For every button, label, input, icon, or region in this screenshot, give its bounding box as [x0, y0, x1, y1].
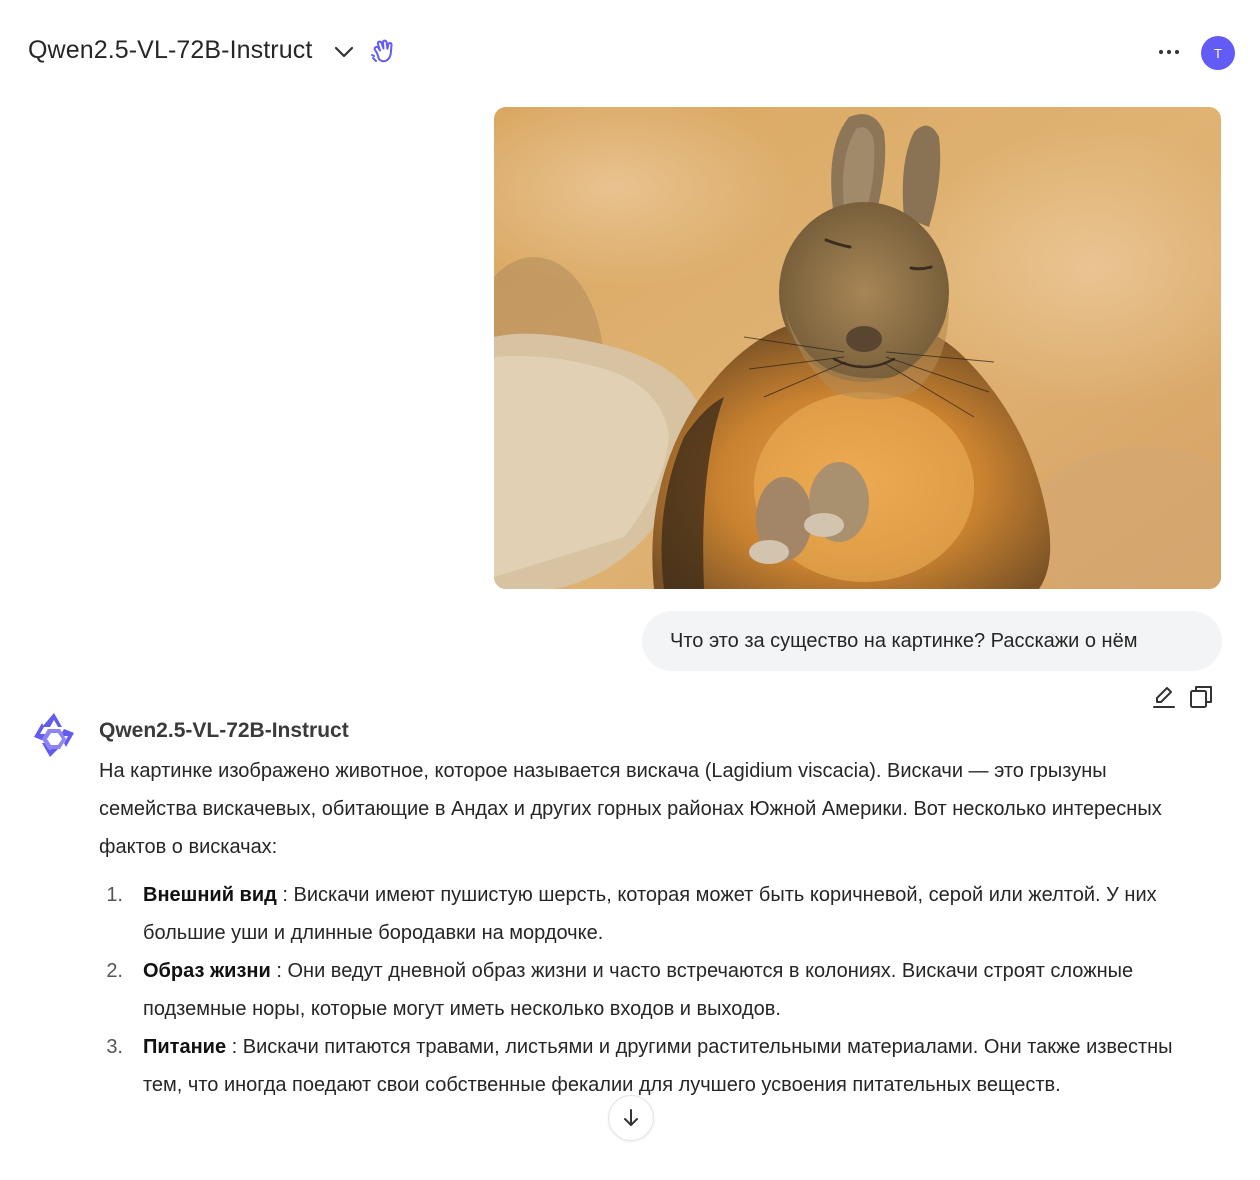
- user-message-bubble: Что это за существо на картинке? Расскаж…: [642, 611, 1222, 671]
- list-item: 1. Внешний вид : Вискачи имеют пушистую …: [99, 876, 1214, 952]
- fact-title: Образ жизни: [143, 960, 271, 982]
- model-selector-label[interactable]: Qwen2.5-VL-72B-Instruct: [28, 36, 312, 65]
- chat-header: Qwen2.5-VL-72B-Instruct T: [0, 0, 1260, 104]
- list-number: 2.: [106, 960, 123, 982]
- hand-icon[interactable]: [370, 38, 398, 66]
- edit-icon[interactable]: [1151, 684, 1177, 710]
- assistant-intro: На картинке изображено животное, которое…: [99, 760, 1162, 858]
- fact-text: : Вискачи питаются травами, листьями и д…: [143, 1036, 1173, 1096]
- avatar[interactable]: T: [1201, 36, 1235, 70]
- copy-icon[interactable]: [1188, 683, 1215, 710]
- list-number: 3.: [106, 1036, 123, 1058]
- qwen-logo-icon: [34, 713, 74, 757]
- list-number: 1.: [106, 884, 123, 906]
- user-message-text: Что это за существо на картинке? Расскаж…: [670, 629, 1138, 652]
- fact-text: : Вискачи имеют пушистую шерсть, которая…: [143, 884, 1157, 944]
- assistant-name: Qwen2.5-VL-72B-Instruct: [99, 719, 349, 742]
- scroll-to-bottom-button[interactable]: [608, 1095, 654, 1141]
- fact-title: Внешний вид: [143, 884, 277, 906]
- more-icon[interactable]: [1154, 40, 1184, 64]
- uploaded-image-viscacha[interactable]: [494, 107, 1221, 589]
- list-item: 2. Образ жизни : Они ведут дневной образ…: [99, 952, 1214, 1028]
- list-item: 3. Питание : Вискачи питаются травами, л…: [99, 1028, 1214, 1104]
- fact-text: : Они ведут дневной образ жизни и часто …: [143, 960, 1134, 1020]
- fact-title: Питание: [143, 1036, 227, 1058]
- viscacha-photo: [494, 107, 1221, 589]
- chevron-down-icon[interactable]: [332, 42, 356, 62]
- arrow-down-icon: [624, 1109, 638, 1126]
